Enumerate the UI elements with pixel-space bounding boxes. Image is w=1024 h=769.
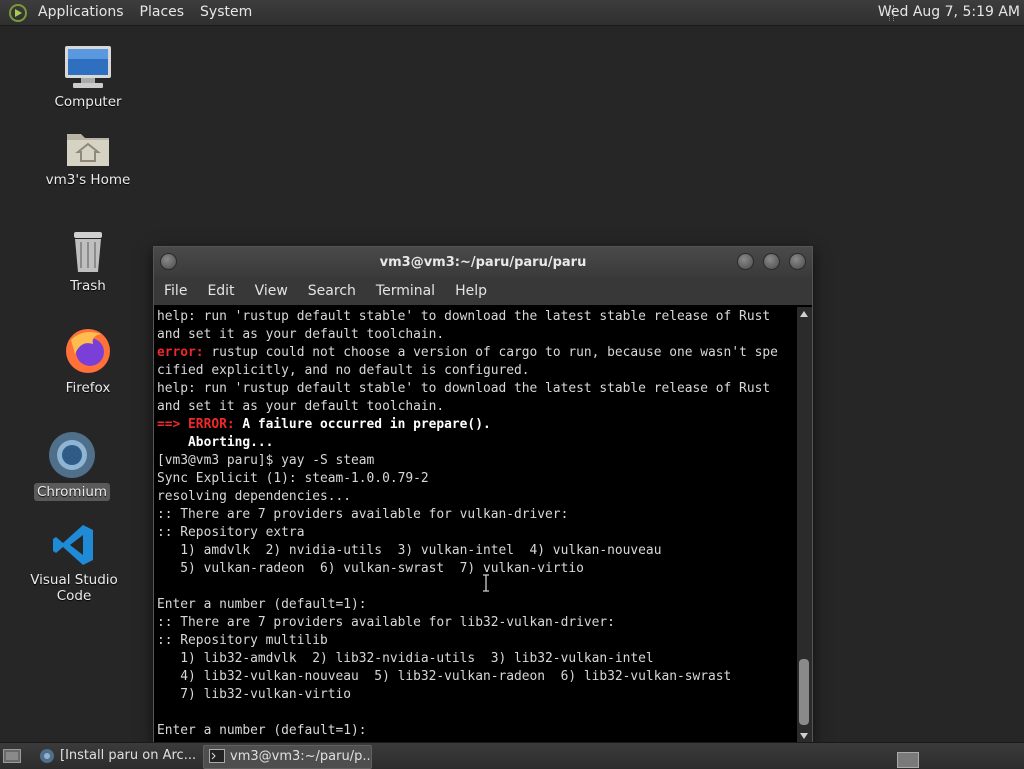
menu-file[interactable]: File — [154, 277, 197, 305]
terminal-line: and set it as your default toolchain. — [157, 399, 445, 414]
desktop-icon-chromium[interactable]: Chromium — [12, 430, 132, 501]
terminal-line: and set it as your default toolchain. — [157, 327, 445, 342]
terminal-line: :: There are 7 providers available for l… — [157, 615, 615, 630]
chromium-icon — [40, 749, 54, 763]
terminal-line: Aborting... — [157, 435, 274, 450]
close-button[interactable] — [789, 253, 806, 270]
chromium-icon — [49, 432, 95, 478]
terminal-line: help: run 'rustup default stable' to dow… — [157, 381, 771, 396]
show-desktop-icon[interactable] — [3, 749, 21, 763]
taskbar-item-label: vm3@vm3:~/paru/p... — [230, 749, 372, 764]
taskbar-item-browser[interactable]: [Install paru on Arc... — [34, 745, 220, 767]
text-cursor-icon — [483, 574, 489, 592]
terminal-output[interactable]: help: run 'rustup default stable' to dow… — [154, 307, 796, 743]
terminal-line: 5) vulkan-radeon 6) vulkan-swrast 7) vul… — [157, 561, 584, 576]
trash-icon — [74, 232, 102, 272]
maximize-button[interactable] — [763, 253, 780, 270]
terminal-scrollbar[interactable] — [797, 307, 812, 743]
menu-terminal[interactable]: Terminal — [366, 277, 445, 305]
terminal-line: :: Repository extra — [157, 525, 305, 540]
terminal-line: 1) lib32-amdvlk 2) lib32-nvidia-utils 3)… — [157, 651, 654, 666]
window-title: vm3@vm3:~/paru/paru/paru — [379, 255, 587, 270]
vscode-icon — [53, 525, 93, 565]
terminal-line: [vm3@vm3 paru]$ yay -S steam — [157, 453, 375, 468]
terminal-menubar: File Edit View Search Terminal Help — [154, 277, 812, 305]
desktop-icon-label: Computer — [54, 94, 122, 110]
terminal-line: 4) lib32-vulkan-nouveau 5) lib32-vulkan-… — [157, 669, 732, 684]
menu-search[interactable]: Search — [298, 277, 366, 305]
bottom-panel: [Install paru on Arc... vm3@vm3:~/paru/p… — [0, 742, 1024, 769]
window-menu-button[interactable] — [160, 253, 177, 270]
workspace-switcher-icon[interactable] — [897, 752, 919, 768]
terminal-line: Enter a number (default=1): — [157, 597, 367, 612]
home-folder-icon — [67, 134, 109, 166]
computer-icon — [65, 46, 111, 88]
menu-view[interactable]: View — [245, 277, 298, 305]
menu-help[interactable]: Help — [445, 277, 497, 305]
terminal-titlebar[interactable]: vm3@vm3:~/paru/paru/paru — [154, 247, 812, 277]
firefox-icon — [66, 329, 110, 373]
taskbar-item-label: [Install paru on Arc... — [60, 748, 197, 763]
terminal-icon — [209, 749, 225, 763]
desktop-icon-label: Chromium — [33, 483, 111, 501]
terminal-line: :: There are 7 providers available for v… — [157, 507, 569, 522]
scroll-down-arrow-icon[interactable] — [800, 733, 808, 739]
desktop-icon-label: Firefox — [65, 380, 111, 396]
scroll-up-arrow-icon[interactable] — [800, 311, 808, 317]
terminal-line: 7) lib32-vulkan-virtio — [157, 687, 352, 702]
menu-edit[interactable]: Edit — [197, 277, 244, 305]
taskbar-item-terminal[interactable]: vm3@vm3:~/paru/p... — [203, 745, 372, 769]
system-menu[interactable]: System — [192, 0, 260, 25]
terminal-line: 1) amdvlk 2) nvidia-utils 3) vulkan-inte… — [157, 543, 662, 558]
desktop-icon-label: Trash — [70, 278, 106, 294]
desktop-icon-label: Visual Studio Code — [30, 572, 118, 604]
top-panel: Applications Places System Wed Aug 7, 5:… — [0, 0, 1024, 26]
clock[interactable]: Wed Aug 7, 5:19 AM — [878, 0, 1020, 25]
scrollbar-thumb[interactable] — [799, 659, 809, 725]
desktop-icon-label: vm3's Home — [45, 172, 131, 188]
terminal-line: :: Repository multilib — [157, 633, 328, 648]
terminal-window[interactable]: vm3@vm3:~/paru/paru/paru File Edit View … — [153, 246, 813, 744]
desktop-icon-vscode[interactable]: Visual Studio Code — [14, 522, 134, 605]
terminal-line: Enter a number (default=1): — [157, 723, 367, 738]
desktop-icon-home[interactable]: vm3's Home — [28, 128, 148, 189]
places-menu[interactable]: Places — [132, 0, 193, 25]
terminal-line: Sync Explicit (1): steam-1.0.0.79-2 — [157, 471, 429, 486]
terminal-line: help: run 'rustup default stable' to dow… — [157, 309, 771, 324]
terminal-line: cified explicitly, and no default is con… — [157, 363, 530, 378]
desktop-icon-trash[interactable]: Trash — [28, 228, 148, 295]
terminal-line: resolving dependencies... — [157, 489, 352, 504]
desktop-icon-computer[interactable]: Computer — [28, 44, 148, 111]
minimize-button[interactable] — [737, 253, 754, 270]
applications-menu[interactable]: Applications — [30, 0, 132, 25]
terminal-line: error: rustup could not choose a version… — [157, 345, 778, 360]
gnome-foot-icon[interactable] — [8, 3, 28, 23]
terminal-line: ==> ERROR: A failure occurred in prepare… — [157, 417, 491, 432]
desktop-icon-firefox[interactable]: Firefox — [28, 326, 148, 397]
